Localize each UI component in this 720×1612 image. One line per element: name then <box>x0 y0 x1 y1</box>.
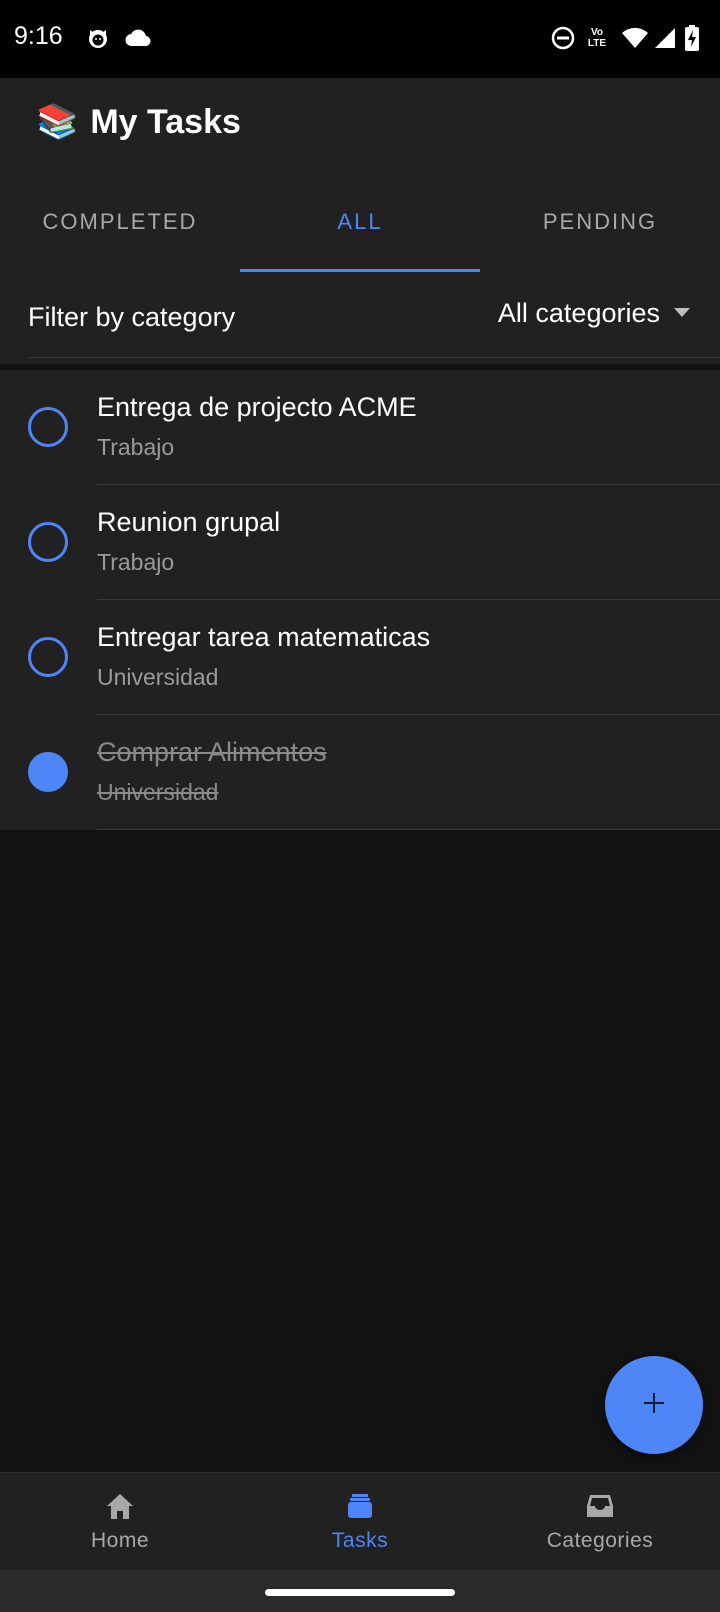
category-filter-row: Filter by category All categories <box>0 272 720 364</box>
lte-label: LTE <box>587 38 607 49</box>
category-dropdown-value: All categories <box>497 298 660 328</box>
volte-label: Vo <box>590 27 604 38</box>
stack-icon <box>345 1492 375 1525</box>
divider <box>97 829 720 830</box>
plus-icon <box>643 1392 665 1419</box>
nav-label: Home <box>90 1528 150 1552</box>
add-task-button[interactable] <box>605 1356 703 1454</box>
task-title: Entregar tarea matematicas <box>97 622 431 652</box>
tab-completed[interactable]: COMPLETED <box>0 172 240 272</box>
app-bar: 📚 My Tasks <box>0 78 720 172</box>
nav-label: Categories <box>546 1528 654 1552</box>
app-title: 📚 My Tasks <box>36 102 241 142</box>
task-item-completed[interactable]: Comprar Alimentos Universidad <box>0 715 720 830</box>
tab-pending[interactable]: PENDING <box>480 172 720 272</box>
signal-icon <box>653 22 677 54</box>
page-title: My Tasks <box>90 103 241 141</box>
nav-home[interactable]: Home <box>0 1473 240 1571</box>
tab-label: ALL <box>337 209 383 234</box>
home-gesture-handle[interactable] <box>265 1589 455 1596</box>
task-checkbox[interactable] <box>28 637 68 677</box>
category-dropdown[interactable]: All categories <box>498 298 690 329</box>
dropdown-arrow-icon <box>674 305 690 323</box>
tab-bar: COMPLETED ALL PENDING <box>0 172 720 272</box>
task-category: Trabajo <box>97 434 175 460</box>
tab-all[interactable]: ALL <box>240 172 480 272</box>
home-icon <box>105 1492 135 1525</box>
wifi-icon <box>620 22 650 54</box>
cloud-icon <box>124 22 152 54</box>
nav-label: Tasks <box>331 1528 389 1552</box>
task-category: Universidad <box>97 779 219 805</box>
volte-icon: Vo LTE <box>584 22 610 54</box>
status-time: 9:16 <box>14 22 63 50</box>
tab-label: PENDING <box>542 209 658 234</box>
tab-label: COMPLETED <box>42 209 198 234</box>
task-title: Entrega de projecto ACME <box>97 392 417 422</box>
status-bar: 9:16 Vo LTE <box>0 0 720 78</box>
task-category: Trabajo <box>97 549 175 575</box>
do-not-disturb-icon <box>550 22 576 54</box>
nav-categories[interactable]: Categories <box>480 1473 720 1571</box>
task-title: Reunion grupal <box>97 507 281 537</box>
inbox-icon <box>585 1492 615 1525</box>
task-item[interactable]: Reunion grupal Trabajo <box>0 485 720 600</box>
bottom-navigation: Home Tasks Categories <box>0 1472 720 1570</box>
task-item[interactable]: Entregar tarea matematicas Universidad <box>0 600 720 715</box>
task-checkbox[interactable] <box>28 522 68 562</box>
task-title: Comprar Alimentos <box>97 737 327 767</box>
nav-tasks[interactable]: Tasks <box>240 1473 480 1571</box>
task-list: Entrega de projecto ACME Trabajo Reunion… <box>0 370 720 830</box>
task-category: Universidad <box>97 664 219 690</box>
battery-charging-icon <box>683 22 701 54</box>
books-emoji-icon: 📚 <box>36 103 79 141</box>
cat-notification-icon <box>86 22 110 54</box>
task-checkbox[interactable] <box>28 407 68 447</box>
filter-label: Filter by category <box>28 302 236 332</box>
divider <box>28 357 720 358</box>
task-checkbox-checked[interactable] <box>28 752 68 792</box>
task-item[interactable]: Entrega de projecto ACME Trabajo <box>0 370 720 485</box>
system-navigation-bar <box>0 1570 720 1612</box>
